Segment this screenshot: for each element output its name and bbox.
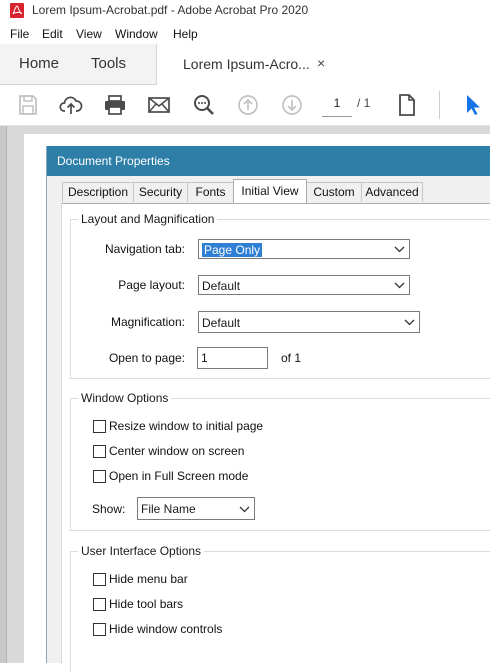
magnification-select[interactable]: Default xyxy=(198,311,420,333)
tab-fonts[interactable]: Fonts xyxy=(187,182,234,202)
full-screen-label: Open in Full Screen mode xyxy=(109,469,249,483)
navigation-tab-select[interactable]: Page Only xyxy=(198,239,410,259)
email-icon[interactable] xyxy=(147,93,171,117)
chevron-down-icon xyxy=(394,246,405,253)
page-total: / 1 xyxy=(357,96,371,110)
resize-window-checkbox[interactable] xyxy=(93,420,106,433)
hide-menu-bar-checkbox[interactable] xyxy=(93,573,106,586)
tab-description[interactable]: Description xyxy=(62,182,134,202)
menu-bar: File Edit View Window Help xyxy=(0,24,490,44)
user-interface-options-group: User Interface Options Hide menu bar Hid… xyxy=(70,544,490,672)
save-icon[interactable] xyxy=(16,93,40,117)
menu-window[interactable]: Window xyxy=(115,27,158,41)
center-window-checkbox[interactable] xyxy=(93,445,106,458)
cloud-upload-icon[interactable] xyxy=(59,93,83,117)
full-screen-checkbox[interactable] xyxy=(93,470,106,483)
navigation-tab-label: Navigation tab: xyxy=(104,242,185,256)
dialog-title-bar[interactable]: Document Properties xyxy=(47,146,490,176)
close-icon[interactable]: × xyxy=(317,55,325,71)
tab-home[interactable]: Home xyxy=(19,55,59,72)
zoom-search-icon[interactable] xyxy=(192,93,216,117)
initial-view-panel: Layout and Magnification Navigation tab:… xyxy=(61,203,490,672)
tab-document-label: Lorem Ipsum-Acro... xyxy=(183,56,310,72)
tab-initial-view[interactable]: Initial View xyxy=(233,179,307,203)
chevron-down-icon xyxy=(404,319,415,326)
magnification-value: Default xyxy=(202,316,241,330)
select-cursor-icon[interactable] xyxy=(462,93,486,117)
document-properties-dialog: Document Properties Description Security… xyxy=(46,146,490,672)
chevron-down-icon xyxy=(394,282,405,289)
hide-tool-bars-checkbox[interactable] xyxy=(93,598,106,611)
menu-help[interactable]: Help xyxy=(173,27,198,41)
navigation-tab-value: Page Only xyxy=(202,243,263,257)
show-label: Show: xyxy=(92,502,126,516)
page-layout-label: Page layout: xyxy=(118,278,185,292)
tab-document[interactable]: Lorem Ipsum-Acro... × xyxy=(157,44,490,86)
tab-custom[interactable]: Custom xyxy=(306,182,362,202)
page-down-icon[interactable] xyxy=(280,93,304,117)
magnification-label: Magnification: xyxy=(110,315,185,329)
hide-window-controls-checkbox[interactable] xyxy=(93,623,106,636)
page-layout-select[interactable]: Default xyxy=(198,275,410,295)
menu-view[interactable]: View xyxy=(76,27,102,41)
app-tab-bar: Home Tools Lorem Ipsum-Acro... × xyxy=(0,44,490,86)
print-icon[interactable] xyxy=(103,93,127,117)
page-layout-value: Default xyxy=(202,279,241,293)
tab-security[interactable]: Security xyxy=(133,182,188,202)
menu-edit[interactable]: Edit xyxy=(42,27,63,41)
layout-group-label: Layout and Magnification xyxy=(78,212,218,226)
open-to-page-label: Open to page: xyxy=(108,351,185,365)
acrobat-icon xyxy=(10,3,24,18)
page-up-icon[interactable] xyxy=(236,93,260,117)
hide-tool-bars-label: Hide tool bars xyxy=(109,597,184,611)
center-window-label: Center window on screen xyxy=(109,444,245,458)
tab-advanced[interactable]: Advanced xyxy=(361,182,423,202)
hide-window-controls-label: Hide window controls xyxy=(109,622,223,636)
title-bar: Lorem Ipsum-Acrobat.pdf - Adobe Acrobat … xyxy=(0,0,490,22)
menu-file[interactable]: File xyxy=(10,27,29,41)
window-title: Lorem Ipsum-Acrobat.pdf - Adobe Acrobat … xyxy=(32,3,309,17)
toolbar: 1 / 1 xyxy=(0,85,490,126)
navigation-panel-edge xyxy=(0,126,7,663)
ui-group-label: User Interface Options xyxy=(78,544,205,558)
dialog-title: Document Properties xyxy=(57,154,170,168)
resize-window-label: Resize window to initial page xyxy=(109,419,264,433)
page-count-label: of 1 xyxy=(281,351,302,365)
page-thumbnail-icon[interactable] xyxy=(395,93,419,117)
window-options-group: Window Options Resize window to initial … xyxy=(70,391,490,531)
chevron-down-icon xyxy=(239,506,250,513)
page-number-input[interactable]: 1 xyxy=(322,90,352,117)
toolbar-divider xyxy=(439,91,440,119)
window-group-label: Window Options xyxy=(78,391,172,405)
layout-magnification-group: Layout and Magnification Navigation tab:… xyxy=(70,212,490,379)
show-select[interactable]: File Name xyxy=(137,497,255,520)
tab-tools[interactable]: Tools xyxy=(91,55,126,72)
open-to-page-input[interactable]: 1 xyxy=(197,347,268,369)
show-value: File Name xyxy=(141,502,196,516)
hide-menu-bar-label: Hide menu bar xyxy=(109,572,188,586)
